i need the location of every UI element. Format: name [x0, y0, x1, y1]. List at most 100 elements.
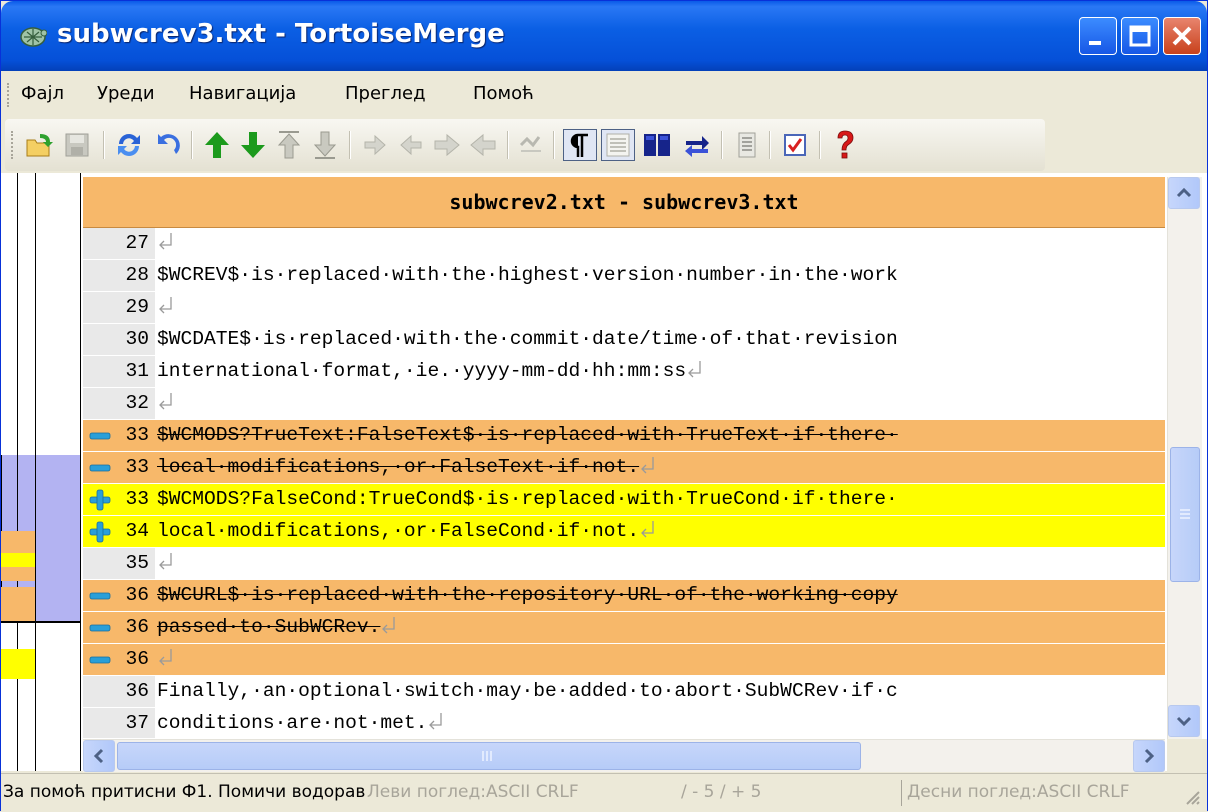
line-end-icon	[159, 553, 172, 570]
maximize-button[interactable]	[1121, 17, 1159, 55]
resize-grip-icon[interactable]	[1181, 786, 1203, 808]
locator-added-marker	[1, 553, 35, 567]
scroll-right-button[interactable]	[1133, 740, 1165, 772]
line-content: $WCMODS?FalseCond:TrueCond$·is·replaced·…	[157, 488, 898, 510]
line-text: passed·to·SubWCRev.	[157, 612, 397, 643]
grip-icon	[1180, 509, 1190, 519]
line-gutter: 35	[83, 548, 155, 579]
use-left-block-button[interactable]	[431, 129, 463, 161]
vertical-scrollbar[interactable]	[1167, 177, 1202, 739]
diff-line[interactable]: 30 $WCDATE$·is·replaced·with·the·commit·d…	[83, 324, 1165, 355]
line-number: 33	[125, 456, 149, 478]
diff-line[interactable]: 36 Finally,·an·optional·switch·may·be·add…	[83, 676, 1165, 707]
line-gutter: 32	[83, 388, 155, 419]
line-text	[157, 548, 174, 579]
menu-edit[interactable]: Уреди	[97, 83, 155, 104]
line-number: 29	[125, 296, 149, 318]
line-text: $WCMODS?TrueText:FalseText$·is·replaced·…	[157, 420, 898, 451]
diff-line[interactable]: 28 $WCREV$·is·replaced·with·the·highest·v…	[83, 260, 1165, 291]
diff-line[interactable]: 34 local·modifications,·or·FalseCond·if·n…	[83, 516, 1165, 547]
patch-icon	[738, 132, 756, 158]
diff-line[interactable]: 27	[83, 228, 1165, 259]
diff-line[interactable]: 35	[83, 548, 1165, 579]
scroll-down-button[interactable]	[1168, 705, 1200, 737]
first-difference-icon	[277, 131, 301, 159]
minus-icon	[89, 432, 111, 440]
first-difference-button[interactable]	[273, 129, 305, 161]
toolbar-separator	[191, 131, 193, 159]
switch-views-button[interactable]	[681, 129, 713, 161]
line-gutter: 37	[83, 708, 155, 738]
plus-icon	[89, 489, 111, 511]
line-end-icon	[429, 713, 443, 730]
close-icon	[1172, 26, 1192, 46]
line-content: $WCDATE$·is·replaced·with·the·commit·dat…	[157, 328, 898, 350]
line-text	[157, 228, 174, 259]
diff-line[interactable]: 32	[83, 388, 1165, 419]
line-content: $WCREV$·is·replaced·with·the·highest·ver…	[157, 264, 898, 286]
next-difference-button[interactable]	[201, 129, 233, 161]
line-number: 33	[125, 424, 149, 446]
help-button[interactable]	[829, 129, 861, 161]
mark-resolved-button[interactable]	[515, 129, 547, 161]
line-number: 37	[125, 712, 149, 734]
menu-file[interactable]: Фајл	[21, 83, 64, 104]
toolbar-grip[interactable]	[11, 131, 15, 159]
previous-conflict-button[interactable]	[395, 129, 427, 161]
last-difference-button[interactable]	[309, 129, 341, 161]
line-end-icon	[159, 393, 172, 410]
menu-navigation[interactable]: Навигација	[189, 83, 296, 104]
diff-line[interactable]: 33 local·modifications,·or·FalseText·if·n…	[83, 452, 1165, 483]
settings-button[interactable]	[779, 129, 811, 161]
reload-button[interactable]	[113, 129, 145, 161]
diff-line[interactable]: 36 $WCURL$·is·replaced·with·the·repositor…	[83, 580, 1165, 611]
locator-removed-marker	[1, 531, 35, 553]
horizontal-scroll-thumb[interactable]	[117, 742, 861, 770]
minimize-button[interactable]	[1079, 17, 1117, 55]
diff-line[interactable]: 31 international·format,·ie.·yyyy-mm-dd·h…	[83, 356, 1165, 387]
previous-difference-button[interactable]	[237, 129, 269, 161]
two-pane-view-button[interactable]	[641, 129, 673, 161]
menu-help[interactable]: Помоћ	[473, 83, 534, 104]
diff-text-view[interactable]: 27 28 $WCREV$·is·replaced·with·the·highest…	[83, 228, 1165, 738]
close-button[interactable]	[1163, 17, 1201, 55]
menu-view[interactable]: Преглед	[345, 83, 426, 104]
save-button[interactable]	[61, 129, 93, 161]
scroll-up-button[interactable]	[1168, 177, 1200, 209]
scroll-left-button[interactable]	[83, 740, 115, 772]
menu-grip[interactable]	[7, 83, 12, 107]
use-right-block-icon	[470, 133, 496, 157]
whitespace-button[interactable]	[563, 129, 597, 161]
diff-line[interactable]: 37 conditions·are·not·met.	[83, 708, 1165, 738]
undo-button[interactable]	[151, 129, 183, 161]
line-text	[157, 292, 174, 323]
line-end-icon	[382, 617, 396, 634]
diff-line[interactable]: 29	[83, 292, 1165, 323]
diff-line[interactable]: 36	[83, 644, 1165, 675]
line-number: 33	[125, 488, 149, 510]
one-pane-view-icon	[606, 133, 630, 157]
toolbar-separator	[103, 131, 105, 159]
toolbar-separator	[721, 131, 723, 159]
line-gutter: 31	[83, 356, 155, 387]
diff-line[interactable]: 33 $WCMODS?TrueText:FalseText$·is·replace…	[83, 420, 1165, 451]
use-right-block-button[interactable]	[467, 129, 499, 161]
toolbar-separator	[819, 131, 821, 159]
toolbar-separator	[349, 131, 351, 159]
vertical-scroll-thumb[interactable]	[1170, 447, 1200, 582]
line-text: local·modifications,·or·FalseText·if·not…	[157, 452, 656, 483]
title-bar[interactable]: subwcrev3.txt - TortoiseMerge	[1, 1, 1207, 71]
patch-button[interactable]	[731, 129, 763, 161]
diff-client-area: subwcrev2.txt - subwcrev3.txt 27 28 $WCREV…	[1, 173, 1207, 772]
line-gutter: 36	[83, 676, 155, 707]
next-conflict-button[interactable]	[359, 129, 391, 161]
horizontal-scrollbar[interactable]	[83, 739, 1165, 772]
diff-line[interactable]: 36 passed·to·SubWCRev.	[83, 612, 1165, 643]
one-pane-view-button[interactable]	[601, 129, 635, 161]
mark-resolved-icon	[519, 136, 541, 152]
line-content: Finally,·an·optional·switch·may·be·added…	[157, 680, 898, 702]
open-button[interactable]	[23, 129, 55, 161]
diff-line[interactable]: 33 $WCMODS?FalseCond:TrueCond$·is·replace…	[83, 484, 1165, 515]
locator-bar[interactable]	[1, 173, 81, 771]
line-content: local·modifications,·or·FalseCond·if·not…	[157, 520, 640, 542]
